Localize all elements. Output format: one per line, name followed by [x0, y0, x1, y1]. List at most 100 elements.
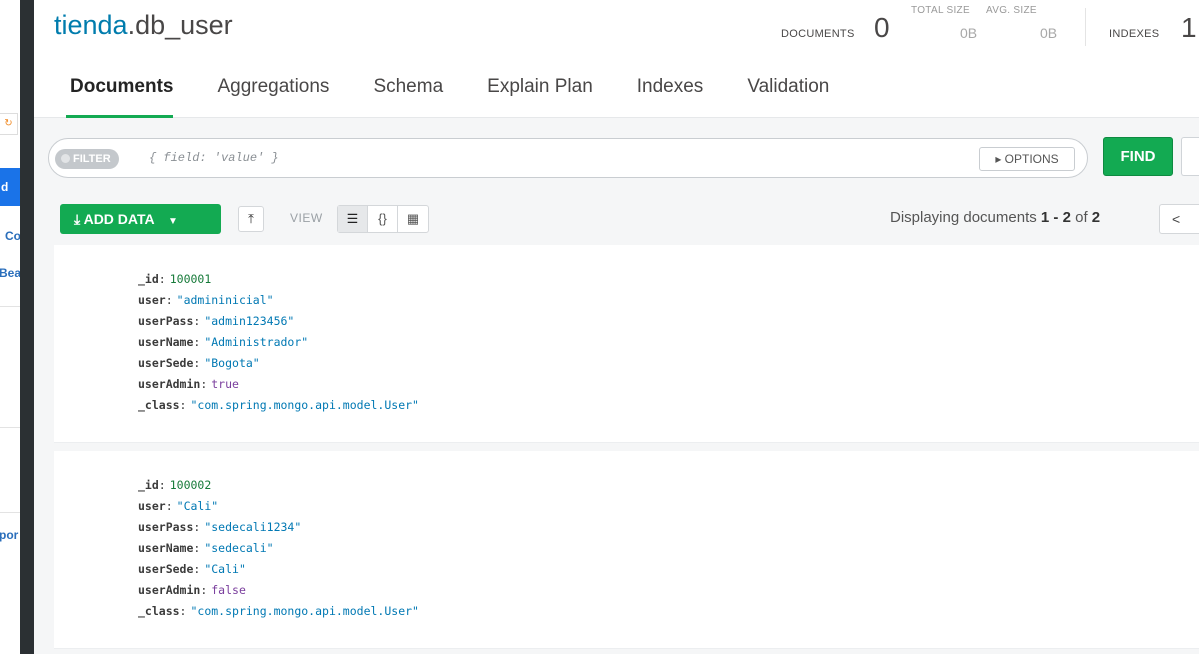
database-name[interactable]: tienda	[54, 10, 128, 40]
chevron-left-icon: <	[1172, 211, 1181, 227]
field-value[interactable]: false	[211, 583, 246, 597]
field-value[interactable]: "Cali"	[177, 499, 219, 513]
document-field: user: "Cali"	[138, 499, 219, 513]
collection-name: .db_user	[127, 10, 233, 40]
document-field: userName: "sedecali"	[138, 541, 274, 555]
sidebar-item[interactable]: por	[0, 528, 18, 542]
field-value[interactable]: "com.spring.mongo.api.model.User"	[190, 604, 418, 618]
sidebar-item-label: por	[0, 528, 19, 542]
field-value[interactable]: "admininicial"	[177, 293, 274, 307]
total-size-label: TOTAL SIZE	[911, 5, 970, 16]
sidebar-item-active[interactable]: d	[0, 168, 20, 206]
previous-page-button[interactable]: <	[1159, 204, 1199, 234]
tab-aggregations[interactable]: Aggregations	[195, 70, 351, 118]
document-field: _id: 100001	[138, 272, 212, 286]
field-value[interactable]: "Cali"	[204, 562, 246, 576]
pagination-text: Displaying documents 1 - 2 of 2	[890, 209, 1100, 226]
field-key: userAdmin	[138, 583, 201, 597]
pagination-of: of	[1070, 209, 1092, 226]
find-button[interactable]: FIND	[1103, 137, 1173, 176]
field-key: userPass	[138, 520, 194, 534]
tab-schema[interactable]: Schema	[351, 70, 465, 118]
tab-indexes[interactable]: Indexes	[615, 70, 726, 118]
sidebar-divider	[0, 512, 20, 513]
tab-explain-plan[interactable]: Explain Plan	[465, 70, 615, 118]
sidebar-item-label: Bea	[0, 266, 22, 280]
document-field: userPass: "sedecali1234"	[138, 520, 302, 534]
sidebar-border	[20, 0, 34, 654]
document-card[interactable]: _id: 100001 user: "admininicial" userPass:…	[54, 245, 1199, 443]
field-value[interactable]: "sedecali"	[204, 541, 273, 555]
view-switcher: ☰ {} ▦	[337, 205, 429, 233]
field-key: _id	[138, 478, 159, 492]
field-key: userSede	[138, 356, 194, 370]
total-size-value: 0B	[960, 25, 978, 41]
indexes-count-value: 1	[1181, 12, 1197, 43]
avg-size-value: 0B	[1040, 25, 1058, 41]
tab-documents[interactable]: Documents	[48, 70, 195, 118]
field-value[interactable]: "admin123456"	[204, 314, 294, 328]
sidebar-item-label: d	[1, 180, 9, 194]
document-field: _class: "com.spring.mongo.api.model.User"	[138, 604, 419, 618]
field-key: user	[138, 499, 166, 513]
document-field: userAdmin: false	[138, 583, 246, 597]
compass-window: ↻ d Co Bea por tienda.db_user DOCUMENTS …	[0, 0, 1199, 654]
add-data-label: ADD DATA	[83, 211, 155, 227]
field-value[interactable]: true	[211, 377, 239, 391]
document-fields: _id: 100001 user: "admininicial" userPass:…	[138, 269, 419, 416]
field-value[interactable]: "com.spring.mongo.api.model.User"	[190, 398, 418, 412]
pagination-range: 1 - 2	[1040, 209, 1071, 226]
json-view-icon[interactable]: {}	[368, 206, 398, 232]
export-button[interactable]: ⤒	[238, 206, 264, 232]
document-field: userPass: "admin123456"	[138, 314, 295, 328]
field-key: user	[138, 293, 166, 307]
caret-down-icon: ▼	[167, 216, 178, 227]
field-value[interactable]: "sedecali1234"	[204, 520, 301, 534]
refresh-icon[interactable]: ↻	[0, 113, 18, 135]
field-value[interactable]: 100002	[170, 478, 212, 492]
filter-input-box[interactable]: FILTER { field: 'value' } ▸ OPTIONS	[48, 138, 1088, 178]
document-field: _class: "com.spring.mongo.api.model.User"	[138, 398, 419, 412]
field-key: _id	[138, 272, 159, 286]
query-bar: FILTER { field: 'value' } ▸ OPTIONS FIND	[34, 119, 1199, 193]
field-key: _class	[138, 604, 180, 618]
field-value[interactable]: "Administrador"	[204, 335, 308, 349]
field-key: _class	[138, 398, 180, 412]
add-data-button[interactable]: ⤓ ADD DATA ▼	[60, 204, 221, 234]
table-view-icon[interactable]: ▦	[398, 206, 428, 232]
field-key: userName	[138, 335, 194, 349]
filter-label-text: FILTER	[73, 153, 111, 165]
collection-tabs: Documents Aggregations Schema Explain Pl…	[48, 70, 851, 118]
sidebar-item-label: Co	[5, 229, 21, 243]
sidebar-item[interactable]: Co	[5, 229, 21, 243]
view-label: VIEW	[290, 211, 323, 225]
options-button[interactable]: ▸ OPTIONS	[979, 147, 1075, 171]
collection-title: tienda.db_user	[54, 10, 233, 41]
document-field: userSede: "Cali"	[138, 562, 246, 576]
field-key: userSede	[138, 562, 194, 576]
field-key: userName	[138, 541, 194, 555]
list-view-icon[interactable]: ☰	[338, 206, 368, 232]
sidebar-item[interactable]: Bea	[0, 266, 21, 280]
document-field: userSede: "Bogota"	[138, 356, 260, 370]
document-fields: _id: 100002 user: "Cali" userPass: "sedecal…	[138, 475, 419, 622]
document-field: userName: "Administrador"	[138, 335, 309, 349]
field-key: userAdmin	[138, 377, 201, 391]
filter-label: FILTER	[55, 149, 119, 169]
tab-validation[interactable]: Validation	[725, 70, 851, 118]
filter-input[interactable]: { field: 'value' }	[149, 151, 279, 165]
indexes-count-label: INDEXES	[1109, 28, 1160, 40]
pagination-total: 2	[1091, 209, 1101, 226]
sidebar-divider	[0, 306, 20, 307]
avg-size-label: AVG. SIZE	[986, 5, 1037, 16]
upload-icon: ⤒	[248, 211, 254, 226]
field-value[interactable]: "Bogota"	[204, 356, 259, 370]
collection-header: tienda.db_user DOCUMENTS 0 TOTAL SIZE 0B…	[34, 0, 1199, 118]
info-icon	[61, 154, 70, 163]
document-field: user: "admininicial"	[138, 293, 274, 307]
field-value[interactable]: 100001	[170, 272, 212, 286]
download-icon: ⤓	[74, 211, 81, 227]
document-card[interactable]: _id: 100002 user: "Cali" userPass: "sedecal…	[54, 451, 1199, 649]
reset-button[interactable]	[1181, 137, 1199, 176]
documents-toolbar: ⤓ ADD DATA ▼ ⤒ VIEW ☰ {} ▦ Displaying do…	[34, 193, 1199, 243]
